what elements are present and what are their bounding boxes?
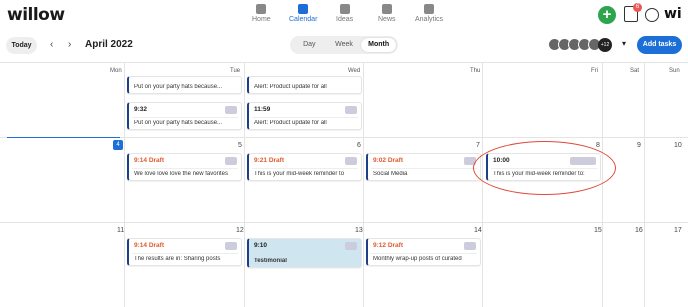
date-number: 14: [474, 227, 482, 234]
ideas-icon: [339, 4, 350, 14]
post-card[interactable]: 9:21 Draft This is your mid-week reminde…: [247, 153, 362, 181]
date-number: 8: [596, 142, 600, 149]
globe-icon[interactable]: [645, 8, 659, 22]
post-card[interactable]: 9:14 Draft We love love love the new fav…: [127, 153, 242, 181]
date-number: 13: [355, 227, 363, 234]
today-date: 4: [113, 140, 123, 150]
chevron-down-icon[interactable]: ▾: [622, 39, 626, 48]
nav-analytics[interactable]: Analytics: [415, 4, 443, 23]
nav-home[interactable]: Home: [252, 4, 271, 23]
day-header: Wed: [348, 68, 361, 74]
post-card[interactable]: 11:59 Alert: Product update for all: [247, 102, 362, 130]
post-card[interactable]: Put on your party hats because...: [127, 76, 242, 94]
post-card[interactable]: 9:10 Testimonial: [247, 238, 362, 268]
date-number: 11: [117, 227, 125, 234]
view-switcher: Day Week Month: [290, 36, 398, 54]
date-number: 15: [594, 227, 602, 234]
avatar-group[interactable]: +12: [548, 38, 612, 52]
nav-ideas[interactable]: Ideas: [336, 4, 353, 23]
calendar-icon: [298, 4, 309, 14]
notification-badge: 6: [633, 3, 642, 12]
add-tasks-button[interactable]: Add tasks: [637, 36, 682, 54]
divider: [482, 62, 483, 307]
channel-icons: [345, 242, 357, 250]
post-card[interactable]: 9:14 Draft The results are in: Sharing p…: [127, 238, 242, 266]
channel-icons: [345, 157, 357, 165]
today-button[interactable]: Today: [6, 37, 37, 54]
news-icon: [381, 4, 392, 14]
channel-icons: [464, 242, 476, 250]
date-number: 7: [476, 142, 480, 149]
date-number: 17: [674, 227, 682, 234]
next-icon[interactable]: ›: [68, 39, 71, 50]
channel-icons: [225, 242, 237, 250]
day-header: Sat: [630, 68, 640, 74]
date-number: 10: [674, 142, 682, 149]
divider: [124, 62, 125, 307]
channel-icons: [345, 106, 357, 114]
month-title: April 2022: [85, 39, 133, 50]
view-day[interactable]: Day: [292, 38, 327, 52]
day-header: Sun: [669, 68, 680, 74]
date-number: 16: [635, 227, 643, 234]
date-number: 9: [637, 142, 641, 149]
day-header: Thu: [470, 68, 481, 74]
view-month[interactable]: Month: [361, 38, 397, 52]
more-avatars: +12: [598, 38, 612, 52]
create-button[interactable]: +: [598, 6, 616, 24]
date-number: 5: [238, 142, 242, 149]
post-card[interactable]: 9:02 Draft Social Media: [366, 153, 481, 181]
date-number: 6: [357, 142, 361, 149]
nav-news[interactable]: News: [378, 4, 396, 23]
view-week[interactable]: Week: [327, 38, 362, 52]
date-number: 12: [236, 227, 244, 234]
divider: [0, 62, 688, 63]
post-card[interactable]: Alert: Product update for all: [247, 76, 362, 94]
today-indicator: [7, 137, 120, 138]
highlight-circle: [473, 141, 616, 195]
divider: [644, 62, 645, 307]
post-card[interactable]: 9:32 Put on your party hats because...: [127, 102, 242, 130]
willow-logo[interactable]: willow: [7, 5, 65, 25]
post-card[interactable]: 9:12 Draft Monthly wrap-up posts of cura…: [366, 238, 481, 266]
channel-icons: [225, 157, 237, 165]
divider: [244, 62, 245, 307]
nav-calendar[interactable]: Calendar: [289, 4, 317, 23]
calendar-toolbar: Today ‹ › April 2022 Day Week Month +12 …: [0, 34, 688, 56]
workspace-logo[interactable]: wi: [664, 6, 682, 22]
day-header: Fri: [591, 68, 598, 74]
day-header: Tue: [230, 68, 241, 74]
top-bar: willow Home Calendar Ideas News Analytic…: [0, 0, 688, 30]
analytics-icon: [424, 4, 434, 14]
divider: [363, 62, 364, 307]
channel-icons: [225, 106, 237, 114]
home-icon: [256, 4, 267, 14]
prev-icon[interactable]: ‹: [50, 39, 53, 50]
divider: [0, 222, 688, 223]
divider: [602, 62, 603, 307]
day-header: Mon: [110, 68, 122, 74]
